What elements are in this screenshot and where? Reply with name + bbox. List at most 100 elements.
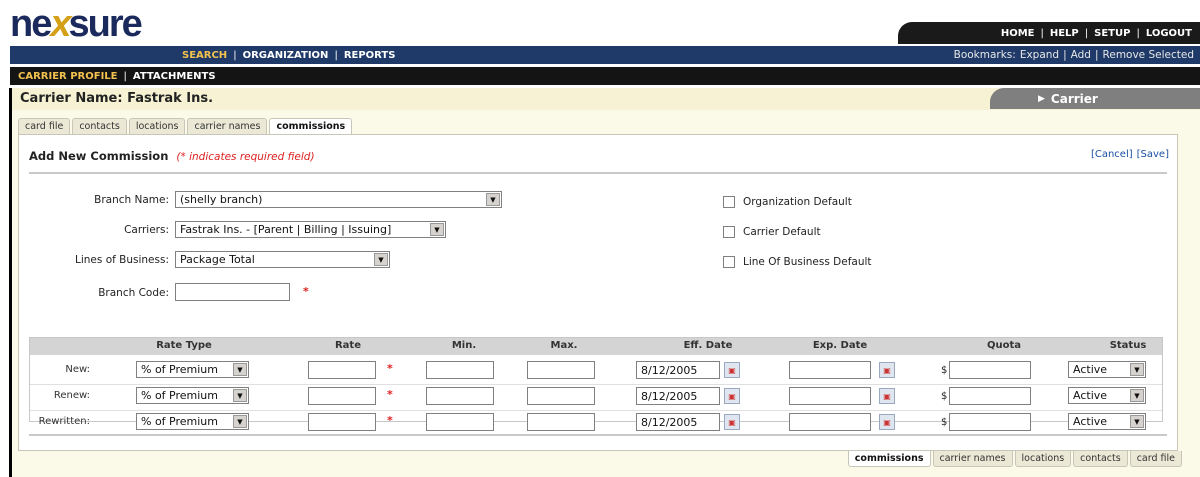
carriers-select[interactable]: Fastrak Ins. - [Parent | Billing | Issui… bbox=[175, 221, 446, 238]
bookmarks-bar: Bookmarks: Expand | Add | Remove Selecte… bbox=[954, 49, 1194, 61]
bookmarks-remove-selected[interactable]: Remove Selected bbox=[1103, 49, 1194, 61]
eff-date-input-rewritten[interactable]: 8/12/2005 bbox=[636, 413, 720, 431]
col-exp-date: Exp. Date bbox=[812, 340, 868, 351]
help-link[interactable]: HELP bbox=[1050, 28, 1079, 39]
bottom-tab-commissions[interactable]: commissions bbox=[847, 451, 931, 467]
nav-search[interactable]: SEARCH bbox=[182, 50, 227, 61]
status-select-rewritten[interactable]: Active ▼ bbox=[1068, 413, 1146, 430]
exp-date-input-rewritten[interactable] bbox=[789, 413, 871, 431]
logout-link[interactable]: LOGOUT bbox=[1146, 28, 1192, 39]
bottom-tab-bar: commissions carrier names locations cont… bbox=[847, 451, 1182, 467]
top-tab-bar: card file contacts locations carrier nam… bbox=[18, 118, 353, 134]
exp-date-input-renew[interactable] bbox=[789, 387, 871, 405]
carrier-context-tab[interactable]: ▶ Carrier bbox=[990, 88, 1200, 109]
status-select-renew[interactable]: Active ▼ bbox=[1068, 387, 1146, 404]
panel-title: Add New Commission (* indicates required… bbox=[29, 149, 315, 163]
nav-reports[interactable]: REPORTS bbox=[344, 50, 396, 61]
branch-name-select[interactable]: (shelly branch) ▼ bbox=[175, 191, 502, 208]
rate-input-rewritten[interactable] bbox=[308, 413, 376, 431]
required-marker: * bbox=[387, 388, 393, 401]
rate-type-select-rewritten[interactable]: % of Premium ▼ bbox=[136, 413, 249, 430]
col-eff-date: Eff. Date bbox=[683, 340, 733, 351]
exp-date-input-new[interactable] bbox=[789, 361, 871, 379]
eff-date-input-new[interactable]: 8/12/2005 bbox=[636, 361, 720, 379]
commission-rates-grid: Rate Type Rate Min. Max. Eff. Date Exp. … bbox=[29, 337, 1163, 431]
carrier-default-checkbox[interactable] bbox=[723, 226, 735, 238]
tab-carrier-names[interactable]: carrier names bbox=[187, 118, 268, 134]
bottom-tab-contacts[interactable]: contacts bbox=[1073, 451, 1128, 467]
quota-input-new[interactable] bbox=[949, 361, 1031, 379]
home-link[interactable]: HOME bbox=[1001, 28, 1035, 39]
calendar-icon[interactable]: ▣ bbox=[879, 388, 895, 404]
row-label-rewritten: Rewritten: bbox=[38, 416, 90, 427]
nav-organization[interactable]: ORGANIZATION bbox=[243, 50, 329, 61]
max-input-renew[interactable] bbox=[527, 387, 595, 405]
branch-name-value: (shelly branch) bbox=[180, 193, 263, 206]
eff-date-input-renew[interactable]: 8/12/2005 bbox=[636, 387, 720, 405]
rate-type-select-new[interactable]: % of Premium ▼ bbox=[136, 361, 249, 378]
rate-input-renew[interactable] bbox=[308, 387, 376, 405]
chevron-down-icon: ▼ bbox=[233, 415, 247, 428]
rate-type-value: % of Premium bbox=[141, 363, 218, 376]
line-of-business-default-row: Line Of Business Default bbox=[723, 256, 872, 268]
min-input-rewritten[interactable] bbox=[426, 413, 494, 431]
subnav-attachments[interactable]: ATTACHMENTS bbox=[133, 71, 216, 82]
bottom-tab-carrier-names[interactable]: carrier names bbox=[932, 451, 1013, 467]
tab-card-file[interactable]: card file bbox=[18, 118, 71, 134]
line-of-business-default-checkbox[interactable] bbox=[723, 256, 735, 268]
calendar-icon[interactable]: ▣ bbox=[724, 388, 740, 404]
quota-input-renew[interactable] bbox=[949, 387, 1031, 405]
logo-text-1: ne bbox=[10, 3, 52, 45]
col-rate-type: Rate Type bbox=[156, 340, 212, 351]
grid-header: Rate Type Rate Min. Max. Eff. Date Exp. … bbox=[30, 338, 1162, 355]
max-input-new[interactable] bbox=[527, 361, 595, 379]
calendar-icon[interactable]: ▣ bbox=[724, 362, 740, 378]
row-label-renew: Renew: bbox=[53, 390, 90, 401]
carriers-value: Fastrak Ins. - [Parent | Billing | Issui… bbox=[180, 223, 392, 236]
calendar-icon[interactable]: ▣ bbox=[879, 414, 895, 430]
required-marker: * bbox=[303, 285, 309, 298]
main-nav: SEARCH | ORGANIZATION | REPORTS Bookmark… bbox=[10, 46, 1200, 64]
chevron-down-icon: ▼ bbox=[1130, 415, 1144, 428]
rate-type-value: % of Premium bbox=[141, 389, 218, 402]
tab-contacts[interactable]: contacts bbox=[72, 118, 127, 134]
status-select-new[interactable]: Active ▼ bbox=[1068, 361, 1146, 378]
page-title: Carrier Name: Fastrak Ins. bbox=[20, 91, 214, 106]
setup-link[interactable]: SETUP bbox=[1094, 28, 1130, 39]
calendar-icon[interactable]: ▣ bbox=[879, 362, 895, 378]
max-input-rewritten[interactable] bbox=[527, 413, 595, 431]
rate-type-select-renew[interactable]: % of Premium ▼ bbox=[136, 387, 249, 404]
utility-nav: HOME | HELP | SETUP | LOGOUT bbox=[898, 22, 1200, 44]
tab-locations[interactable]: locations bbox=[128, 118, 186, 134]
save-link[interactable]: [Save] bbox=[1137, 149, 1169, 160]
chevron-down-icon: ▼ bbox=[233, 363, 247, 376]
bookmarks-expand[interactable]: Expand bbox=[1020, 49, 1059, 61]
row-divider bbox=[30, 384, 1162, 385]
required-marker: * bbox=[387, 414, 393, 427]
subnav-carrier-profile[interactable]: CARRIER PROFILE bbox=[18, 71, 118, 82]
calendar-icon[interactable]: ▣ bbox=[724, 414, 740, 430]
chevron-down-icon: ▼ bbox=[374, 253, 388, 266]
branch-code-input[interactable] bbox=[175, 283, 290, 301]
bottom-tab-card-file[interactable]: card file bbox=[1129, 451, 1182, 467]
cancel-link[interactable]: [Cancel] bbox=[1091, 149, 1133, 160]
min-input-renew[interactable] bbox=[426, 387, 494, 405]
utility-separator: | bbox=[1084, 27, 1089, 39]
lines-of-business-value: Package Total bbox=[180, 253, 255, 266]
status-value: Active bbox=[1073, 363, 1108, 376]
rate-input-new[interactable] bbox=[308, 361, 376, 379]
nexsure-logo[interactable]: ne x sure bbox=[10, 3, 143, 45]
organization-default-row: Organization Default bbox=[723, 196, 852, 208]
organization-default-checkbox[interactable] bbox=[723, 196, 735, 208]
lines-of-business-select[interactable]: Package Total ▼ bbox=[175, 251, 390, 268]
nav-separator: | bbox=[233, 49, 237, 61]
subnav-separator: | bbox=[123, 70, 127, 82]
bookmarks-label: Bookmarks: bbox=[953, 49, 1016, 61]
tab-commissions[interactable]: commissions bbox=[269, 118, 353, 134]
bookmarks-add[interactable]: Add bbox=[1071, 49, 1091, 61]
status-value: Active bbox=[1073, 389, 1108, 402]
min-input-new[interactable] bbox=[426, 361, 494, 379]
bottom-tab-locations[interactable]: locations bbox=[1014, 451, 1072, 467]
quota-input-rewritten[interactable] bbox=[949, 413, 1031, 431]
chevron-down-icon: ▼ bbox=[233, 389, 247, 402]
